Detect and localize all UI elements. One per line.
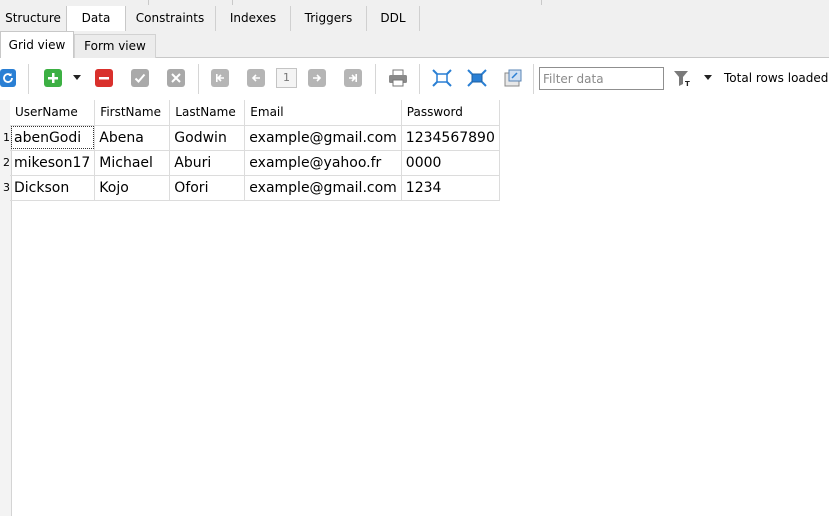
tab-structure[interactable]: Structure [0, 6, 67, 31]
insert-dropdown-icon[interactable] [73, 75, 81, 80]
grid-cell[interactable]: mikeson17 [10, 150, 96, 176]
table-row[interactable]: abenGodi Abena Godwin example@gmail.com … [10, 125, 500, 151]
total-rows-label: Total rows loaded: [724, 71, 829, 85]
tab-data[interactable]: Data [66, 6, 126, 32]
grid-cell[interactable]: 1234567890 [401, 125, 500, 151]
grid-cell[interactable]: example@gmail.com [244, 175, 402, 201]
row-number[interactable]: 3 [0, 181, 10, 194]
table-row[interactable]: mikeson17 Michael Aburi example@yahoo.fr… [10, 150, 500, 176]
tab-grid-view[interactable]: Grid view [0, 31, 74, 59]
row-number[interactable]: 2 [0, 156, 10, 169]
filter-icon[interactable]: T [673, 69, 693, 87]
strip-divider [232, 0, 233, 5]
grid-cell[interactable]: 0000 [401, 150, 500, 176]
grid-cell[interactable]: abenGodi [10, 125, 96, 151]
previous-page-icon[interactable] [247, 69, 265, 87]
commit-icon[interactable] [131, 69, 149, 87]
export-icon[interactable] [503, 69, 523, 87]
tab-indexes[interactable]: Indexes [216, 6, 291, 31]
toolbar-separator [28, 64, 29, 94]
table-tabs: Structure Data Constraints Indexes Trigg… [0, 6, 829, 32]
column-header-username[interactable]: UserName [10, 100, 96, 126]
insert-row-icon[interactable] [44, 69, 62, 87]
filter-dropdown-icon[interactable] [704, 75, 712, 80]
refresh-icon[interactable] [0, 69, 16, 87]
filter-data-input[interactable] [539, 67, 664, 90]
last-page-icon[interactable] [344, 69, 362, 87]
grid-cell[interactable]: example@gmail.com [244, 125, 402, 151]
grid-cell[interactable]: Ofori [169, 175, 246, 201]
page-number-field[interactable]: 1 [276, 68, 297, 88]
tab-ddl[interactable]: DDL [367, 6, 420, 31]
grid-cell[interactable]: example@yahoo.fr [244, 150, 402, 176]
fit-columns-data-icon[interactable] [467, 69, 487, 87]
next-page-icon[interactable] [308, 69, 326, 87]
tab-constraints[interactable]: Constraints [125, 6, 216, 31]
grid-cell[interactable]: Abena [94, 125, 171, 151]
grid-header-row: UserName FirstName LastName Email Passwo… [10, 100, 500, 126]
view-tabs: Grid view Form view [0, 31, 829, 59]
table-row[interactable]: Dickson Kojo Ofori example@gmail.com 123… [10, 175, 500, 201]
grid-cell[interactable]: Aburi [169, 150, 246, 176]
toolbar-separator [533, 64, 534, 94]
delete-row-icon[interactable] [95, 69, 113, 87]
strip-divider [541, 0, 542, 5]
svg-text:T: T [685, 80, 690, 87]
grid-cell[interactable]: Dickson [10, 175, 96, 201]
grid-cell[interactable]: Godwin [169, 125, 246, 151]
row-number[interactable]: 1 [0, 131, 10, 144]
toolbar-separator [198, 64, 199, 94]
grid-cell[interactable]: Kojo [94, 175, 171, 201]
column-header-password[interactable]: Password [401, 100, 500, 126]
column-header-firstname[interactable]: FirstName [94, 100, 171, 126]
column-header-email[interactable]: Email [244, 100, 402, 126]
tab-form-view[interactable]: Form view [74, 34, 156, 58]
data-toolbar: 1 T Total rows loaded: [0, 58, 829, 100]
fit-columns-icon[interactable] [432, 69, 452, 87]
data-grid: UserName FirstName LastName Email Passwo… [10, 100, 500, 201]
first-page-icon[interactable] [211, 69, 229, 87]
tab-triggers[interactable]: Triggers [291, 6, 367, 31]
strip-divider [148, 0, 149, 5]
grid-cell[interactable]: 1234 [401, 175, 500, 201]
toolbar-separator [419, 64, 420, 94]
grid-cell[interactable]: Michael [94, 150, 171, 176]
print-icon[interactable] [388, 69, 408, 87]
toolbar-separator [375, 64, 376, 94]
rollback-icon[interactable] [167, 69, 185, 87]
column-header-lastname[interactable]: LastName [169, 100, 246, 126]
